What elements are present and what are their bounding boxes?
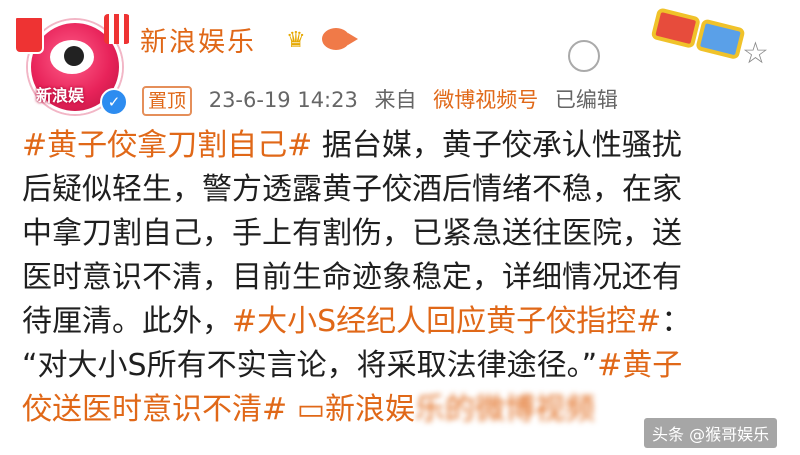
- hashtag-link[interactable]: #黄子佼拿刀割自己#: [22, 128, 312, 163]
- post-text: “对大小S所有不实言论，将采取法律途径。”: [22, 348, 598, 383]
- left-lens-icon: [650, 7, 701, 49]
- post-meta: 置顶 23-6-19 14:23 来自 微博视频号 已编辑: [142, 84, 628, 116]
- source-link[interactable]: 微博视频号: [433, 88, 538, 112]
- right-lens-icon: [695, 18, 746, 61]
- pinned-badge: 置顶: [142, 86, 193, 116]
- post-content: #黄子佼拿刀割自己# 据台媒，黄子佼承认性骚扰 后疑似轻生，警方透露黄子佼酒后情…: [22, 124, 782, 432]
- post-line: #黄子佼拿刀割自己# 据台媒，黄子佼承认性骚扰: [22, 124, 782, 168]
- post-text: ：: [661, 304, 692, 339]
- avatar[interactable]: 新浪娱 ✓: [14, 12, 130, 120]
- from-label: 来自: [374, 88, 417, 112]
- post-line: “对大小S所有不实言论，将采取法律途径。”#黄子: [22, 344, 782, 388]
- post-text: 待厘清。此外，: [22, 304, 232, 339]
- account-name[interactable]: 新浪娱乐: [140, 20, 256, 59]
- hashtag-link[interactable]: #黄子: [597, 348, 682, 383]
- 3d-glasses-icon: [648, 0, 752, 63]
- post-datetime: 23-6-19 14:23: [208, 88, 358, 112]
- blurred-link-text: 乐的微博视频: [415, 392, 596, 427]
- post-line: 医时意识不清，目前生命迹象稳定，详细情况还有: [22, 260, 682, 295]
- favorite-star-icon[interactable]: ☆: [742, 36, 769, 71]
- popcorn-icon: [104, 14, 130, 44]
- video-link[interactable]: 新浪娱: [325, 392, 415, 427]
- hashtag-link[interactable]: #大小S经纪人回应黄子佼指控#: [232, 304, 661, 339]
- post-line: 待厘清。此外，#大小S经纪人回应黄子佼指控#：: [22, 300, 782, 344]
- badge-circle-icon: [568, 40, 600, 72]
- edited-label: 已编辑: [554, 88, 618, 112]
- fish-icon: [322, 28, 358, 50]
- fan-badge-icon: [568, 34, 644, 74]
- avatar-label: 新浪娱: [36, 86, 85, 105]
- post-line: 后疑似轻生，警方透露黄子佼酒后情绪不稳，在家: [22, 172, 682, 207]
- post-line: 中拿刀割自己，手上有割伤，已紧急送往医院，送: [22, 216, 682, 251]
- post-text: 据台媒，黄子佼承认性骚扰: [312, 128, 682, 163]
- post-header: 新浪娱 ✓ 新浪娱乐 ♛ 置顶 23-6-19 14:23 来自 微博视频号 已…: [0, 0, 800, 124]
- hashtag-link[interactable]: 佼送医时意识不清#: [22, 392, 287, 427]
- verified-icon: ✓: [100, 88, 128, 116]
- video-icon[interactable]: ▭: [297, 392, 325, 427]
- crown-icon: ♛: [286, 28, 306, 53]
- avatar-pupil-icon: [64, 46, 84, 66]
- watermark: 头条 @猴哥娱乐: [644, 418, 778, 448]
- drink-cup-icon: [14, 16, 44, 54]
